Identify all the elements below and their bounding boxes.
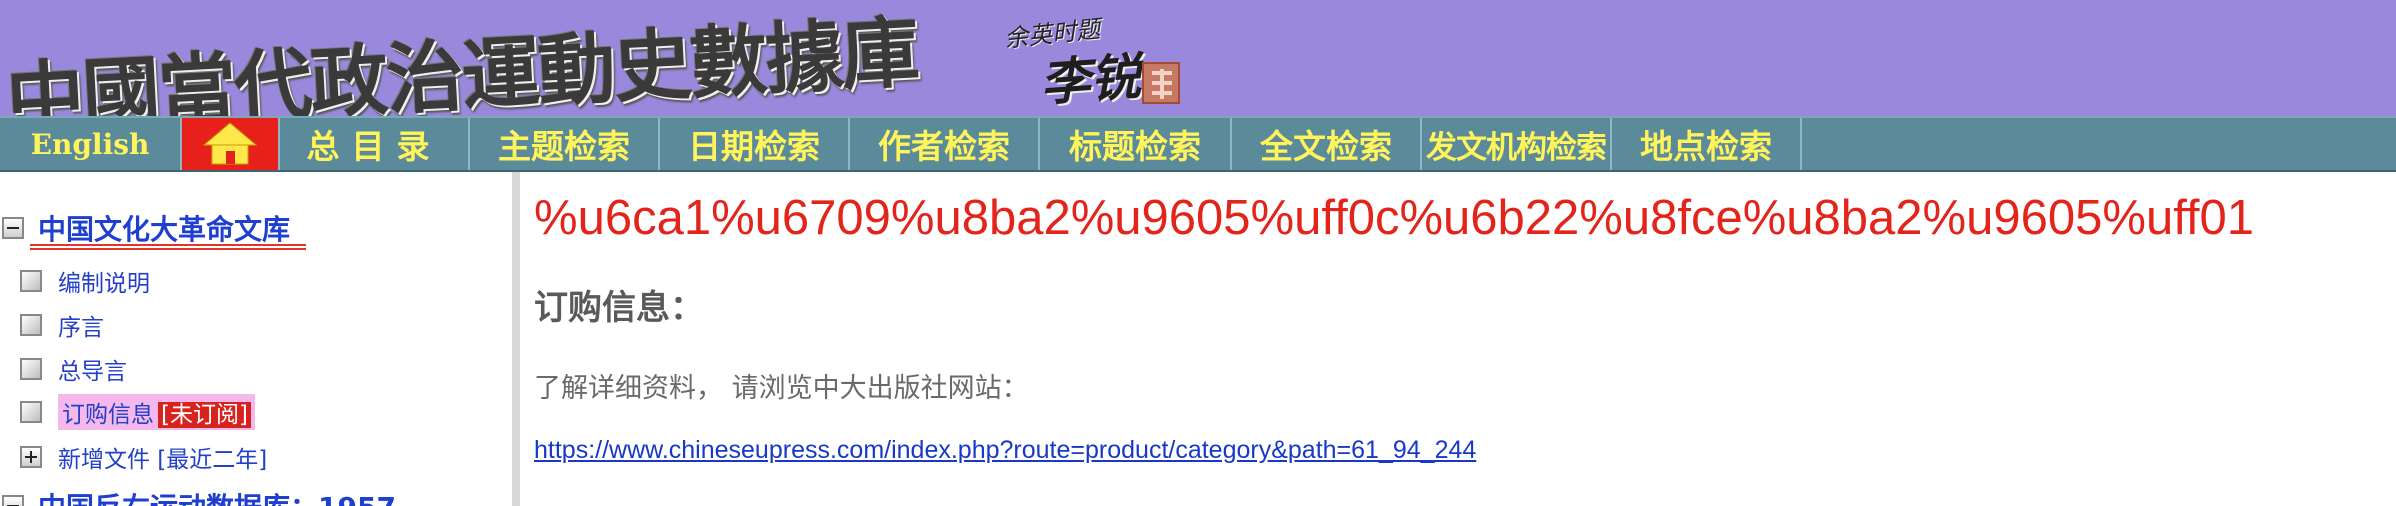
tree-item-label[interactable]: 序言 — [58, 308, 104, 342]
order-info-heading: 订购信息： — [534, 288, 704, 328]
library-title[interactable]: 中国文化大革命文库 — [38, 208, 290, 248]
tree-item-label[interactable]: 新增文件 [最近二年] — [58, 440, 267, 474]
page-icon — [20, 314, 42, 336]
collapse-icon[interactable] — [2, 217, 24, 239]
publisher-link[interactable]: https://www.chineseupress.com/index.php?… — [534, 436, 1476, 465]
tree-item-label[interactable]: 总导言 — [58, 352, 127, 386]
signature-name: 李锐 — [1038, 46, 1143, 113]
library-title[interactable]: 中国反右运动数据库：1957- — [38, 486, 408, 506]
tree-library-anti-rightist[interactable]: 中国反右运动数据库：1957- — [2, 486, 408, 506]
tree-item-compilation-notes[interactable]: 编制说明 — [20, 264, 150, 298]
order-info-label[interactable]: 订购信息 — [62, 402, 154, 428]
nav-home[interactable] — [182, 118, 280, 170]
nav-author-search[interactable]: 作者检索 — [850, 118, 1040, 170]
collapse-icon[interactable] — [2, 495, 24, 506]
unsubscribed-badge: [未订阅] — [158, 402, 251, 428]
nav-date-search[interactable]: 日期检索 — [660, 118, 850, 170]
nav-title-search[interactable]: 标题检索 — [1040, 118, 1232, 170]
banner-title-text: 中國當代政治運動史數據庫 — [4, 7, 920, 116]
tree-item-order-info[interactable]: 订购信息 [未订阅] — [20, 394, 255, 430]
tree-item-general-introduction[interactable]: 总导言 — [20, 352, 127, 386]
home-icon — [202, 122, 258, 165]
page-icon — [20, 358, 42, 380]
tree-library-cultural-revolution[interactable]: 中国文化大革命文库 — [2, 208, 290, 248]
tree-item-preface[interactable]: 序言 — [20, 308, 104, 342]
page-icon — [20, 401, 42, 423]
tree-item-label[interactable]: 编制说明 — [58, 264, 150, 298]
expand-icon[interactable] — [20, 446, 42, 468]
tree-item-label-active[interactable]: 订购信息 [未订阅] — [58, 394, 255, 430]
nav-place-search[interactable]: 地点检索 — [1612, 118, 1802, 170]
page-icon — [20, 270, 42, 292]
tree-item-new-files[interactable]: 新增文件 [最近二年] — [20, 440, 267, 474]
nav-fulltext-search[interactable]: 全文检索 — [1232, 118, 1422, 170]
nav-english[interactable]: English — [0, 118, 182, 170]
order-info-text: 了解详细资料， 请浏览中大出版社网站： — [534, 373, 1029, 404]
library-title-underline — [30, 244, 306, 250]
header-banner: 中國當代政治運動史數據庫 余英时题 李锐 — [0, 0, 2396, 116]
banner-title: 中國當代政治運動史數據庫 — [4, 7, 920, 116]
main-nav: English 总目录 主题检索 日期检索 作者检索 标题检索 全文检索 发文机… — [0, 116, 2396, 172]
nav-subject-search[interactable]: 主题检索 — [470, 118, 660, 170]
sidebar-tree: 中国文化大革命文库 编制说明 序言 总导言 订购信息 [未订阅] 新增文件 [最近… — [0, 172, 520, 506]
main-content: %u6ca1%u6709%u8ba2%u9605%uff0c%u6b22%u8f… — [528, 172, 2396, 506]
nav-issuer-search[interactable]: 发文机构检索 — [1422, 118, 1612, 170]
nav-catalog[interactable]: 总目录 — [280, 118, 470, 170]
subscription-message: %u6ca1%u6709%u8ba2%u9605%uff0c%u6b22%u8f… — [534, 191, 2255, 245]
seal-icon — [1142, 62, 1180, 104]
